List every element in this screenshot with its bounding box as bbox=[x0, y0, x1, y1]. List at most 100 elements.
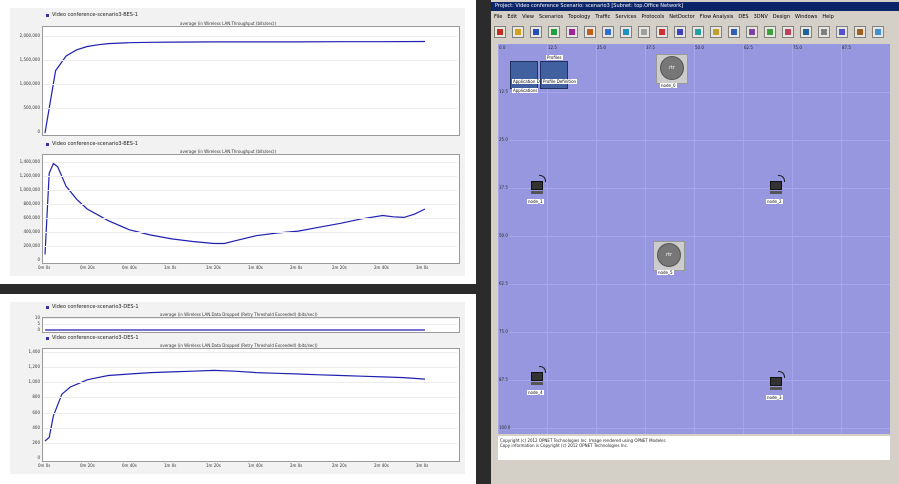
application-definition-node[interactable] bbox=[510, 61, 538, 89]
grid-line bbox=[43, 412, 457, 414]
toolbar-button-icon[interactable] bbox=[530, 26, 542, 38]
toolbar-button-icon[interactable] bbox=[818, 26, 830, 38]
toolbar-button-icon[interactable] bbox=[602, 26, 614, 38]
x-tick-label: 0m 0s bbox=[38, 463, 51, 468]
grid-line bbox=[43, 382, 457, 384]
grid-line bbox=[43, 84, 457, 85]
grid-line bbox=[43, 60, 457, 61]
throughput-line-upper bbox=[44, 40, 426, 134]
toolbar-button-icon[interactable] bbox=[782, 26, 794, 38]
ruler-tick-label: 0.0 bbox=[499, 45, 506, 50]
node-label: node_1 bbox=[527, 199, 544, 204]
toolbar-button-icon[interactable] bbox=[512, 26, 524, 38]
workstation-node-3[interactable] bbox=[770, 377, 782, 390]
menu-item-flow-analysis[interactable]: Flow Analysis bbox=[700, 14, 734, 20]
grid-line bbox=[43, 232, 457, 233]
toolbar-button-icon[interactable] bbox=[494, 26, 506, 38]
throughput-chart-panel: Video conference-scenario3-BES-1 average… bbox=[10, 8, 465, 276]
x-tick-label: 1m 0s bbox=[164, 463, 177, 468]
toolbar-glyph-icon bbox=[821, 29, 827, 35]
y-tick-label: 500,000 bbox=[23, 105, 40, 110]
node-label: node_0 bbox=[660, 83, 677, 88]
node-label: Applications bbox=[512, 88, 539, 93]
toolbar-button-icon[interactable] bbox=[548, 26, 560, 38]
toolbar-glyph-icon bbox=[605, 29, 611, 35]
profile-definition-node[interactable] bbox=[540, 61, 568, 89]
toolbar-glyph-icon bbox=[551, 29, 557, 35]
legend-label: Video conference-scenario3-BES-1 bbox=[52, 141, 138, 147]
grid-line bbox=[498, 236, 890, 237]
toolbar-button-icon[interactable] bbox=[584, 26, 596, 38]
toolbar-glyph-icon bbox=[839, 29, 845, 35]
legend-label: Video conference-scenario3-DES-1 bbox=[52, 335, 139, 341]
menu-item-traffic[interactable]: Traffic bbox=[595, 14, 610, 20]
menu-item-help[interactable]: Help bbox=[822, 14, 833, 20]
data-dropped-chart-panel: Video conference-scenario3-DES-1 average… bbox=[10, 302, 465, 474]
workstation-node-1[interactable] bbox=[531, 181, 543, 194]
grid-line bbox=[43, 397, 457, 399]
y-tick-label: 0 bbox=[37, 455, 40, 460]
x-tick-label: 3m 0s bbox=[416, 463, 429, 468]
toolbar-button-icon[interactable] bbox=[728, 26, 740, 38]
menu-item-topology[interactable]: Topology bbox=[568, 14, 590, 20]
y-tick-label: 600,000 bbox=[23, 215, 40, 220]
toolbar-button-icon[interactable] bbox=[872, 26, 884, 38]
ruler-tick-label: 75.0 bbox=[793, 45, 802, 50]
menu-item-services[interactable]: Services bbox=[615, 14, 636, 20]
menu-item-file[interactable]: File bbox=[494, 14, 502, 20]
x-tick-label: 2m 0s bbox=[290, 463, 303, 468]
menu-item-netdoctor[interactable]: NetDoctor bbox=[669, 14, 695, 20]
toolbar-button-icon[interactable] bbox=[800, 26, 812, 38]
toolbar-button-icon[interactable] bbox=[854, 26, 866, 38]
menu-item-protocols[interactable]: Protocols bbox=[641, 14, 664, 20]
toolbar-button-icon[interactable] bbox=[746, 26, 758, 38]
workstation-node-4[interactable] bbox=[531, 372, 543, 385]
grid-line bbox=[43, 318, 457, 319]
toolbar-glyph-icon bbox=[641, 29, 647, 35]
menu-item-des[interactable]: DES bbox=[738, 14, 748, 20]
x-tick-label: 1m 0s bbox=[164, 265, 177, 270]
ruler-tick-label: 37.5 bbox=[646, 45, 655, 50]
toolbar-button-icon[interactable] bbox=[638, 26, 650, 38]
y-tick-label: 1,000 bbox=[28, 379, 40, 385]
menu-item-windows[interactable]: Windows bbox=[795, 14, 817, 20]
series-line bbox=[44, 369, 426, 442]
window-title: Project: Video conference Scenario: scen… bbox=[495, 3, 684, 9]
toolbar-glyph-icon bbox=[695, 29, 701, 35]
y-tick-label: 800,000 bbox=[23, 201, 40, 206]
toolbar-glyph-icon bbox=[623, 29, 629, 35]
menu-item-design[interactable]: Design bbox=[773, 14, 790, 20]
toolbar-button-icon[interactable] bbox=[656, 26, 668, 38]
ruler-tick-label: 12.5 bbox=[548, 45, 557, 50]
legend-label: Video conference-scenario3-DES-1 bbox=[52, 304, 139, 310]
toolbar-glyph-icon bbox=[731, 29, 737, 35]
grid-line bbox=[43, 352, 457, 353]
toolbar-button-icon[interactable] bbox=[674, 26, 686, 38]
network-canvas[interactable]: 0.012.525.037.550.062.575.087.51012.525.… bbox=[498, 44, 890, 434]
toolbar-button-icon[interactable] bbox=[620, 26, 632, 38]
workstation-node-2[interactable] bbox=[770, 181, 782, 194]
toolbar-glyph-icon bbox=[587, 29, 593, 35]
menu-item-scenarios[interactable]: Scenarios bbox=[539, 14, 563, 20]
toolbar-button-icon[interactable] bbox=[764, 26, 776, 38]
status-line: Copy information is Copyright (c) 2012 O… bbox=[500, 443, 629, 448]
x-tick-label: 2m 40s bbox=[374, 463, 389, 468]
menu-item-3dnv[interactable]: 3DNV bbox=[754, 14, 768, 20]
grid-line bbox=[43, 190, 457, 191]
toolbar-button-icon[interactable] bbox=[566, 26, 578, 38]
window-title-bar[interactable]: Project: Video conference Scenario: scen… bbox=[491, 2, 899, 11]
y-tick-label: 0 bbox=[37, 257, 40, 262]
toolbar bbox=[494, 26, 894, 40]
menu-item-edit[interactable]: Edit bbox=[507, 14, 517, 20]
grid-line bbox=[498, 380, 890, 381]
workstation-icon bbox=[531, 181, 543, 190]
status-area: Copyright (c) 2012 OPNET Technologies In… bbox=[498, 436, 890, 460]
menu-item-view[interactable]: View bbox=[522, 14, 534, 20]
toolbar-button-icon[interactable] bbox=[836, 26, 848, 38]
separator-horizontal bbox=[0, 284, 491, 294]
y-tick-label: 200,000 bbox=[23, 243, 40, 248]
y-tick-label: 0 bbox=[37, 327, 40, 332]
toolbar-button-icon[interactable] bbox=[692, 26, 704, 38]
toolbar-button-icon[interactable] bbox=[710, 26, 722, 38]
legend-marker bbox=[46, 306, 49, 309]
